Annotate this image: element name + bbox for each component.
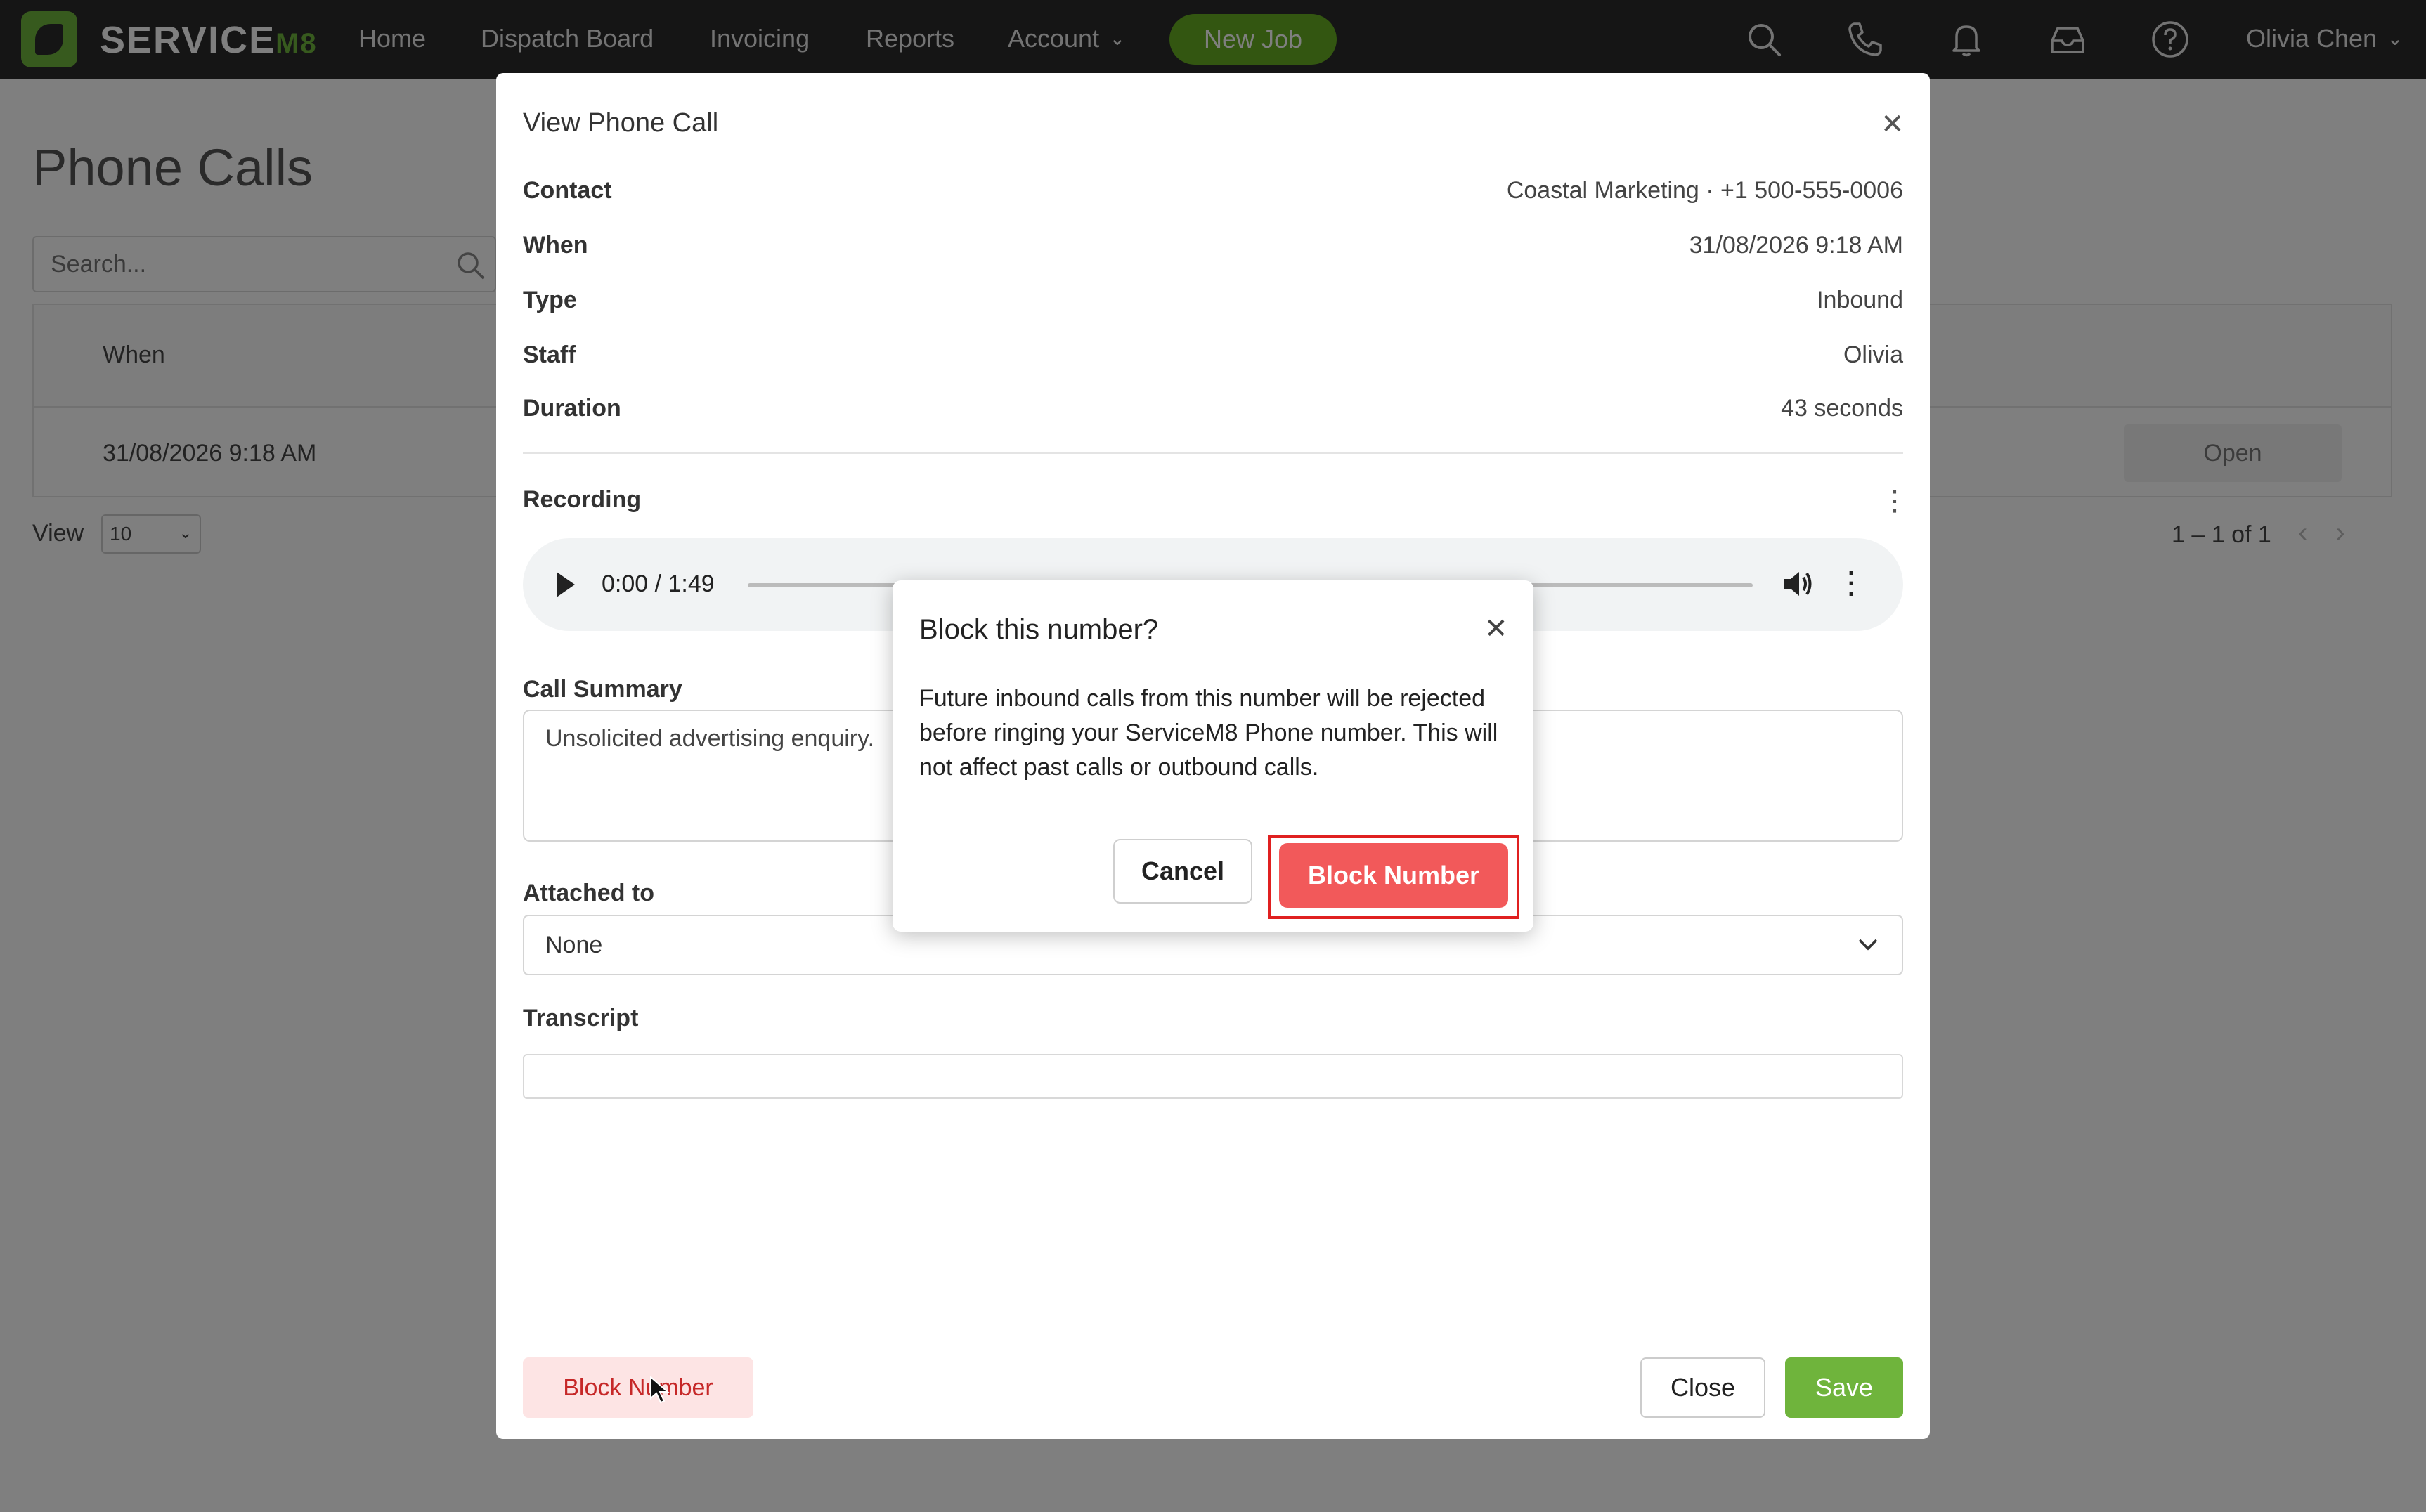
- attached-to-label: Attached to: [523, 880, 654, 906]
- field-value: Inbound: [1817, 287, 1903, 313]
- kebab-menu-icon[interactable]: ⋮: [1881, 485, 1909, 517]
- close-icon[interactable]: ✕: [1484, 613, 1508, 645]
- field-contact: Contact Coastal Marketing · +1 500-555-0…: [523, 177, 1903, 219]
- field-label: Staff: [523, 341, 576, 368]
- divider: [523, 452, 1903, 454]
- field-label: Duration: [523, 395, 621, 422]
- confirm-message: Future inbound calls from this number wi…: [919, 685, 1498, 781]
- close-icon[interactable]: ✕: [1881, 108, 1905, 141]
- close-button[interactable]: Close: [1640, 1357, 1765, 1418]
- call-summary-label: Call Summary: [523, 676, 682, 703]
- attached-to-value: None: [545, 932, 603, 958]
- field-type: Type Inbound: [523, 287, 1903, 329]
- confirm-title: Block this number?: [919, 614, 1159, 645]
- field-duration: Duration 43 seconds: [523, 395, 1903, 437]
- audio-time: 0:00 / 1:49: [602, 571, 715, 597]
- volume-icon[interactable]: [1779, 566, 1815, 601]
- field-label: Type: [523, 287, 577, 313]
- cancel-button[interactable]: Cancel: [1113, 839, 1252, 904]
- modal-title: View Phone Call: [523, 108, 719, 138]
- field-label: When: [523, 232, 588, 259]
- transcript-label: Transcript: [523, 1005, 639, 1031]
- field-value: 31/08/2026 9:18 AM: [1689, 232, 1903, 259]
- play-icon[interactable]: [551, 568, 579, 601]
- field-value: Olivia: [1843, 341, 1903, 368]
- save-button[interactable]: Save: [1785, 1357, 1903, 1418]
- more-options-icon[interactable]: ⋮: [1836, 565, 1867, 601]
- field-staff: Staff Olivia: [523, 341, 1903, 384]
- block-number-button[interactable]: Block Number: [523, 1357, 753, 1418]
- field-value: Coastal Marketing · +1 500-555-0006: [1506, 177, 1903, 204]
- recording-label: Recording: [523, 486, 642, 513]
- field-label: Contact: [523, 177, 612, 204]
- mouse-cursor-icon: [650, 1376, 670, 1404]
- block-number-confirm-dialog: Block this number? ✕ Future inbound call…: [893, 580, 1533, 932]
- chevron-down-icon: [1858, 939, 1878, 951]
- confirm-block-number-button[interactable]: Block Number: [1279, 843, 1508, 908]
- field-when: When 31/08/2026 9:18 AM: [523, 232, 1903, 274]
- field-value: 43 seconds: [1781, 395, 1903, 422]
- transcript-box[interactable]: [523, 1054, 1903, 1099]
